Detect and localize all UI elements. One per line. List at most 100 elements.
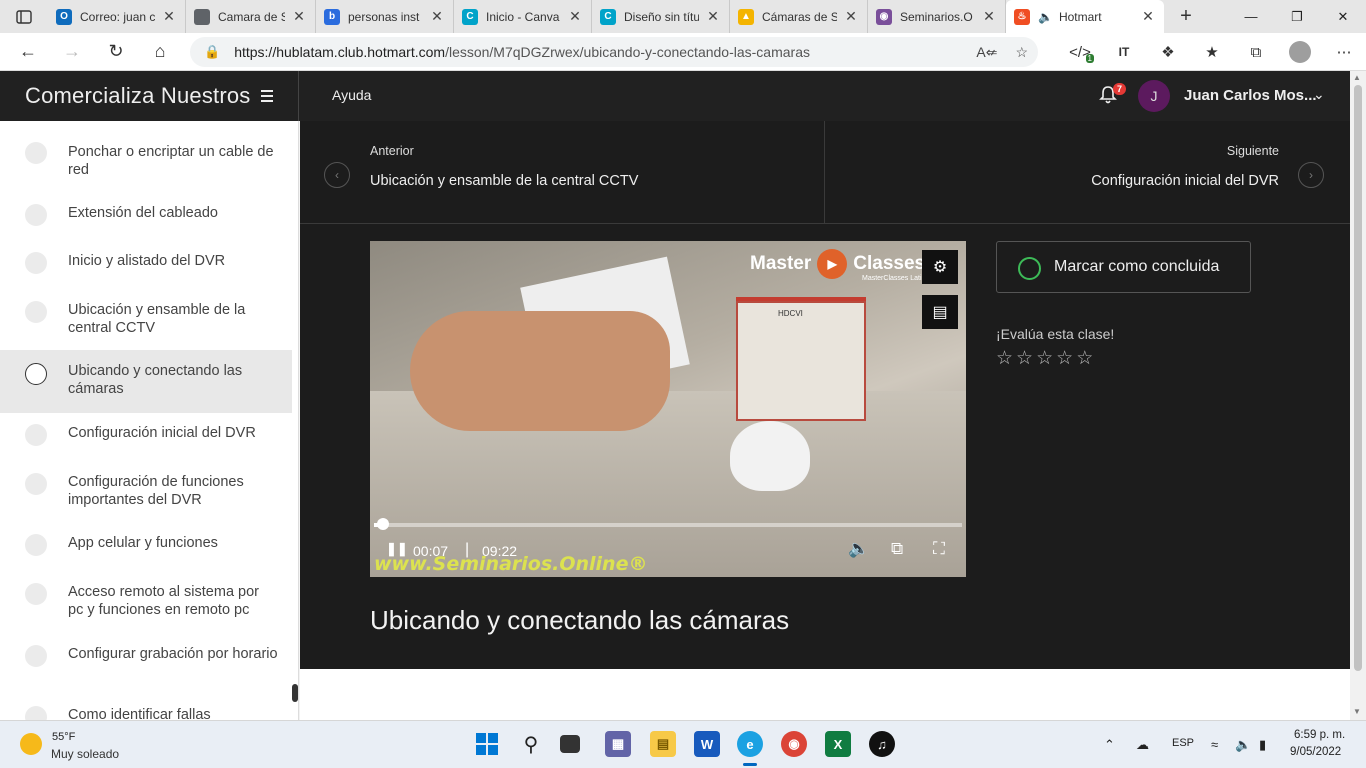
chevron-left-icon[interactable]: ‹ xyxy=(324,162,350,188)
lesson-item[interactable]: Configuración de funciones importantes d… xyxy=(0,461,292,523)
user-avatar[interactable]: J xyxy=(1138,80,1170,112)
page-scrollbar[interactable]: ▲ ▼ xyxy=(1350,71,1366,720)
lesson-status-circle-icon[interactable] xyxy=(25,645,47,667)
more-menu-icon[interactable]: ⋯ xyxy=(1322,43,1366,61)
browser-tab[interactable]: b personas inst ✕ xyxy=(316,0,454,33)
scroll-up-icon[interactable]: ▲ xyxy=(1353,73,1361,82)
tab-close-icon[interactable]: ✕ xyxy=(291,8,307,25)
tab-audio-icon[interactable]: 🔈 xyxy=(1038,10,1053,24)
word-icon[interactable]: W xyxy=(694,731,720,757)
lock-icon[interactable]: 🔒 xyxy=(204,44,220,60)
lesson-item[interactable]: Como identificar fallas xyxy=(0,695,292,720)
extension-code-icon[interactable]: </> 1 xyxy=(1058,44,1102,63)
video-progress-bar[interactable] xyxy=(374,518,962,530)
tab-close-icon[interactable]: ✕ xyxy=(705,8,721,25)
lesson-item[interactable]: Acceso remoto al sistema por pc y funcio… xyxy=(0,571,292,633)
tiktok-icon[interactable]: ♫ xyxy=(869,731,895,757)
close-window-button[interactable]: ✕ xyxy=(1320,0,1366,33)
scrollbar-thumb[interactable] xyxy=(1354,85,1362,671)
browser-tab[interactable]: ▲ Cámaras de S ✕ xyxy=(730,0,868,33)
task-view-icon[interactable] xyxy=(560,735,580,753)
picture-in-picture-icon[interactable]: ⧉ xyxy=(891,539,903,559)
lesson-status-circle-icon[interactable] xyxy=(25,534,47,556)
file-explorer-icon[interactable]: ▤ xyxy=(650,731,676,757)
lesson-status-circle-icon[interactable] xyxy=(25,204,47,226)
comment-icon[interactable]: ▤ xyxy=(922,295,958,329)
browser-tab[interactable]: Camara de Se ✕ xyxy=(186,0,316,33)
language-indicator[interactable]: ESP xyxy=(1172,737,1194,749)
reload-button[interactable]: ↻ xyxy=(94,33,138,71)
tab-close-icon[interactable]: ✕ xyxy=(161,8,177,25)
back-button[interactable]: ← xyxy=(6,33,50,71)
lesson-item[interactable]: App celular y funciones xyxy=(0,523,292,571)
lesson-status-circle-icon[interactable] xyxy=(25,473,47,495)
settings-gear-icon[interactable]: ⚙ xyxy=(922,250,958,284)
edge-browser-icon[interactable]: e xyxy=(737,731,763,757)
teams-chat-icon[interactable]: ▦ xyxy=(605,731,631,757)
chevron-down-icon[interactable]: ⌄ xyxy=(1313,86,1325,103)
fullscreen-icon[interactable]: ⛶ xyxy=(933,539,945,559)
address-bar[interactable]: 🔒 https://hublatam.club.hotmart.com/less… xyxy=(190,37,1038,67)
weather-sun-icon[interactable] xyxy=(20,733,42,755)
excel-icon[interactable]: X xyxy=(825,731,851,757)
rating-star-icon[interactable]: ☆ xyxy=(1076,347,1093,370)
lesson-status-circle-icon[interactable] xyxy=(25,142,47,164)
clock-time[interactable]: 6:59 p. m. xyxy=(1294,729,1345,741)
wifi-icon[interactable]: ≈ xyxy=(1211,737,1218,752)
extensions-puzzle-icon[interactable]: ❖ xyxy=(1146,43,1190,61)
speaker-icon[interactable]: 🔈 xyxy=(1235,737,1251,753)
scroll-down-icon[interactable]: ▼ xyxy=(1353,707,1361,716)
battery-icon[interactable]: ▮ xyxy=(1259,737,1266,753)
tab-close-icon[interactable]: ✕ xyxy=(429,8,445,25)
lesson-item[interactable]: Ponchar o encriptar un cable de red xyxy=(0,121,292,193)
lesson-status-circle-icon[interactable] xyxy=(25,301,47,323)
browser-tab[interactable]: ◉ Seminarios.O ✕ xyxy=(868,0,1006,33)
sidebar-scrollbar[interactable] xyxy=(292,684,298,702)
tab-close-icon[interactable]: ✕ xyxy=(567,8,583,25)
help-link[interactable]: Ayuda xyxy=(332,87,371,103)
favorites-icon[interactable]: ★ xyxy=(1190,43,1234,61)
tab-close-icon[interactable]: ✕ xyxy=(981,8,997,25)
lesson-status-circle-icon[interactable] xyxy=(25,424,47,446)
browser-tab[interactable]: C Inicio - Canva ✕ xyxy=(454,0,592,33)
minimize-button[interactable]: — xyxy=(1228,0,1274,33)
rating-star-icon[interactable]: ☆ xyxy=(996,347,1013,370)
user-name[interactable]: Juan Carlos Mos... xyxy=(1184,87,1317,104)
menu-hamburger-icon[interactable] xyxy=(261,90,273,105)
lesson-status-circle-icon[interactable] xyxy=(25,706,47,720)
lesson-item-active[interactable]: Ubicando y conectando las cámaras xyxy=(0,350,292,413)
lesson-item[interactable]: Configuración inicial del DVR xyxy=(0,413,292,461)
lesson-status-circle-icon[interactable] xyxy=(25,583,47,605)
browser-tab[interactable]: C Diseño sin títu ✕ xyxy=(592,0,730,33)
rating-star-icon[interactable]: ☆ xyxy=(1056,347,1073,370)
weather-temperature[interactable]: 55°F xyxy=(52,731,75,743)
lesson-item[interactable]: Extensión del cableado xyxy=(0,193,292,241)
extension-ut-icon[interactable]: IT xyxy=(1102,45,1146,59)
previous-lesson-link[interactable]: ‹ Anterior Ubicación y ensamble de la ce… xyxy=(300,121,825,224)
tab-actions-icon[interactable] xyxy=(0,0,48,33)
search-icon[interactable]: ⚲ xyxy=(518,731,544,757)
chevron-up-icon[interactable]: ⌃ xyxy=(1104,737,1115,753)
video-player[interactable]: HDCVI Master ▶ Classes MasterClasses Lat… xyxy=(370,241,966,577)
browser-tab[interactable]: O Correo: juan c ✕ xyxy=(48,0,186,33)
chrome-icon[interactable]: ◉ xyxy=(781,731,807,757)
home-button[interactable]: ⌂ xyxy=(138,33,182,71)
favorite-star-icon[interactable]: ☆ xyxy=(1015,44,1028,61)
tab-close-icon[interactable]: ✕ xyxy=(1140,8,1156,25)
weather-description[interactable]: Muy soleado xyxy=(51,747,119,761)
clock-date[interactable]: 9/05/2022 xyxy=(1290,746,1341,758)
lesson-status-circle-icon[interactable] xyxy=(25,363,47,385)
chevron-right-icon[interactable]: › xyxy=(1298,162,1324,188)
restore-button[interactable]: ❐ xyxy=(1274,0,1320,33)
rating-star-icon[interactable]: ☆ xyxy=(1036,347,1053,370)
lesson-item[interactable]: Configurar grabación por horario xyxy=(0,633,292,695)
rating-star-icon[interactable]: ☆ xyxy=(1016,347,1033,370)
new-tab-button[interactable]: + xyxy=(1170,5,1202,28)
lesson-item[interactable]: Inicio y alistado del DVR xyxy=(0,241,292,289)
onedrive-cloud-icon[interactable]: ☁ xyxy=(1136,737,1149,753)
profile-icon[interactable] xyxy=(1278,41,1322,63)
video-progress-knob[interactable] xyxy=(377,518,389,530)
read-aloud-icon[interactable]: A⇍ xyxy=(976,44,997,61)
mark-complete-button[interactable]: Marcar como concluida xyxy=(996,241,1251,293)
forward-button[interactable]: → xyxy=(50,33,94,71)
